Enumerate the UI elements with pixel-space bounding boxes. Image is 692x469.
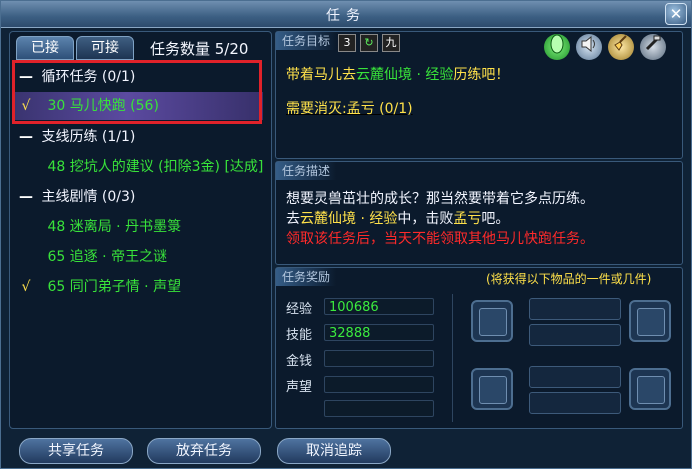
reward-item-bar (529, 366, 621, 388)
empty-slot-icon (637, 308, 665, 336)
quest-item[interactable]: 48 迷离局 · 丹书墨箓 (15, 213, 263, 241)
goal-text: 历练吧！ (453, 67, 510, 83)
goal-line-2: 需要消灭:孟亏 (0/1) (286, 98, 413, 118)
reward-value-extra (324, 400, 434, 417)
quest-item[interactable]: √ 65 同门弟子情 · 声望 (15, 273, 263, 301)
reward-slot[interactable] (471, 368, 513, 410)
reward-value-exp: 100686 (324, 298, 434, 315)
quest-item[interactable]: 65 追逐 · 帝王之谜 (15, 243, 263, 271)
reward-label-skill: 技能 (286, 328, 313, 343)
close-button[interactable]: ✕ (665, 3, 687, 25)
group-side-quests[interactable]: — 支线历练 (1/1) (15, 123, 263, 151)
empty-slot-icon (479, 308, 507, 336)
nine-icon[interactable]: 九 (382, 34, 400, 52)
goal-text: 带着马儿去 (286, 67, 356, 83)
tab-available[interactable]: 可接 (76, 36, 134, 60)
reward-label-money: 金钱 (286, 354, 313, 369)
quest-item-label: 30 马儿快跑 (56) (47, 98, 159, 114)
kill-target[interactable]: 孟亏 (0/1) (347, 101, 413, 117)
tools-icon[interactable] (640, 34, 666, 60)
desc-text: 吧。 (481, 211, 510, 227)
quest-item-selected[interactable]: √ 30 马儿快跑 (56) (15, 92, 263, 120)
gem-icon[interactable] (544, 34, 570, 60)
abandon-quest-button[interactable]: 放弃任务 (147, 438, 261, 464)
desc-text: 去 (286, 211, 300, 227)
reward-slot[interactable] (471, 300, 513, 342)
speaker-icon[interactable] (576, 34, 602, 60)
quest-item-label: 65 追逐 · 帝王之谜 (47, 249, 168, 265)
collapse-icon[interactable]: — (15, 63, 37, 91)
broom-icon[interactable] (608, 34, 634, 60)
goal-line-1: 带着马儿去云麓仙境 · 经验历练吧！ (286, 64, 509, 84)
quest-item[interactable]: 48 挖坑人的建议 (扣除3金) [达成] (15, 153, 263, 181)
empty-slot-icon (637, 376, 665, 404)
quest-window: 任务 ✕ 已接 可接 任务数量 5/20 — 循环任务 (0/1) √ 30 马… (0, 0, 692, 469)
goal-header: 任务目标 (276, 32, 337, 50)
description-line-2: 去云麓仙境 · 经验中，击败孟亏吧。 (286, 208, 509, 228)
desc-text: 中，击败 (397, 211, 454, 227)
reward-header: 任务奖励 (276, 268, 337, 286)
reward-value-skill: 32888 (324, 324, 434, 341)
reward-label-exp: 经验 (286, 302, 313, 317)
reward-item-bar (529, 392, 621, 414)
description-warning: 领取该任务后，当天不能领取其他马儿快跑任务。 (286, 231, 594, 247)
collapse-icon[interactable]: — (15, 123, 37, 151)
reward-slot[interactable] (629, 300, 671, 342)
quest-goal-panel: 任务目标 3 ↻ 九 带着马儿去云麓仙境 · 经验历练吧！ 需要消灭:孟亏 (0… (275, 31, 683, 159)
collapse-icon[interactable]: — (15, 183, 37, 211)
reward-item-bar (529, 298, 621, 320)
untrack-quest-button[interactable]: 取消追踪 (277, 438, 391, 464)
tab-accepted[interactable]: 已接 (16, 36, 74, 60)
reward-slot[interactable] (629, 368, 671, 410)
description-line-1: 想要灵兽茁壮的成长？那当然要带着它多点历练。 (286, 191, 594, 207)
goal-location[interactable]: 云麓仙境 · 经验 (356, 67, 453, 83)
level-three-icon[interactable]: 3 (338, 34, 356, 52)
reward-label-fame: 声望 (286, 380, 313, 395)
window-title: 任务 (326, 8, 366, 24)
tracked-check-icon: √ (21, 279, 31, 295)
reward-items-area (452, 294, 677, 422)
quest-item-label: 65 同门弟子情 · 声望 (47, 279, 182, 295)
empty-slot-icon (479, 376, 507, 404)
reward-item-bar (529, 324, 621, 346)
refresh-icon[interactable]: ↻ (360, 34, 378, 52)
reward-value-fame (324, 376, 434, 393)
quest-item-label: 48 迷离局 · 丹书墨箓 (47, 219, 182, 235)
title-bar[interactable]: 任务 ✕ (1, 1, 691, 28)
reward-value-money (324, 350, 434, 367)
group-cycle-quests[interactable]: — 循环任务 (0/1) (15, 63, 263, 91)
group-label: 主线剧情 (0/3) (41, 189, 136, 205)
group-label: 循环任务 (0/1) (41, 69, 136, 85)
quest-reward-panel: 任务奖励 (将获得以下物品的一件或几件) 经验 100686 技能 32888 … (275, 267, 683, 429)
quest-description-panel: 任务描述 想要灵兽茁壮的成长？那当然要带着它多点历练。 去云麓仙境 · 经验中，… (275, 161, 683, 265)
group-main-quests[interactable]: — 主线剧情 (0/3) (15, 183, 263, 211)
desc-target[interactable]: 孟亏 (453, 211, 481, 227)
quest-item-label: 48 挖坑人的建议 (扣除3金) [达成] (47, 159, 264, 175)
desc-location[interactable]: 云麓仙境 · 经验 (300, 211, 397, 227)
tracked-check-icon: √ (21, 98, 31, 114)
kill-label: 需要消灭: (286, 101, 347, 117)
group-label: 支线历练 (1/1) (41, 129, 136, 145)
description-header: 任务描述 (276, 162, 337, 180)
reward-note: (将获得以下物品的一件或几件) (486, 272, 652, 286)
share-quest-button[interactable]: 共享任务 (19, 438, 133, 464)
quest-count-label: 任务数量 5/20 (150, 40, 249, 58)
